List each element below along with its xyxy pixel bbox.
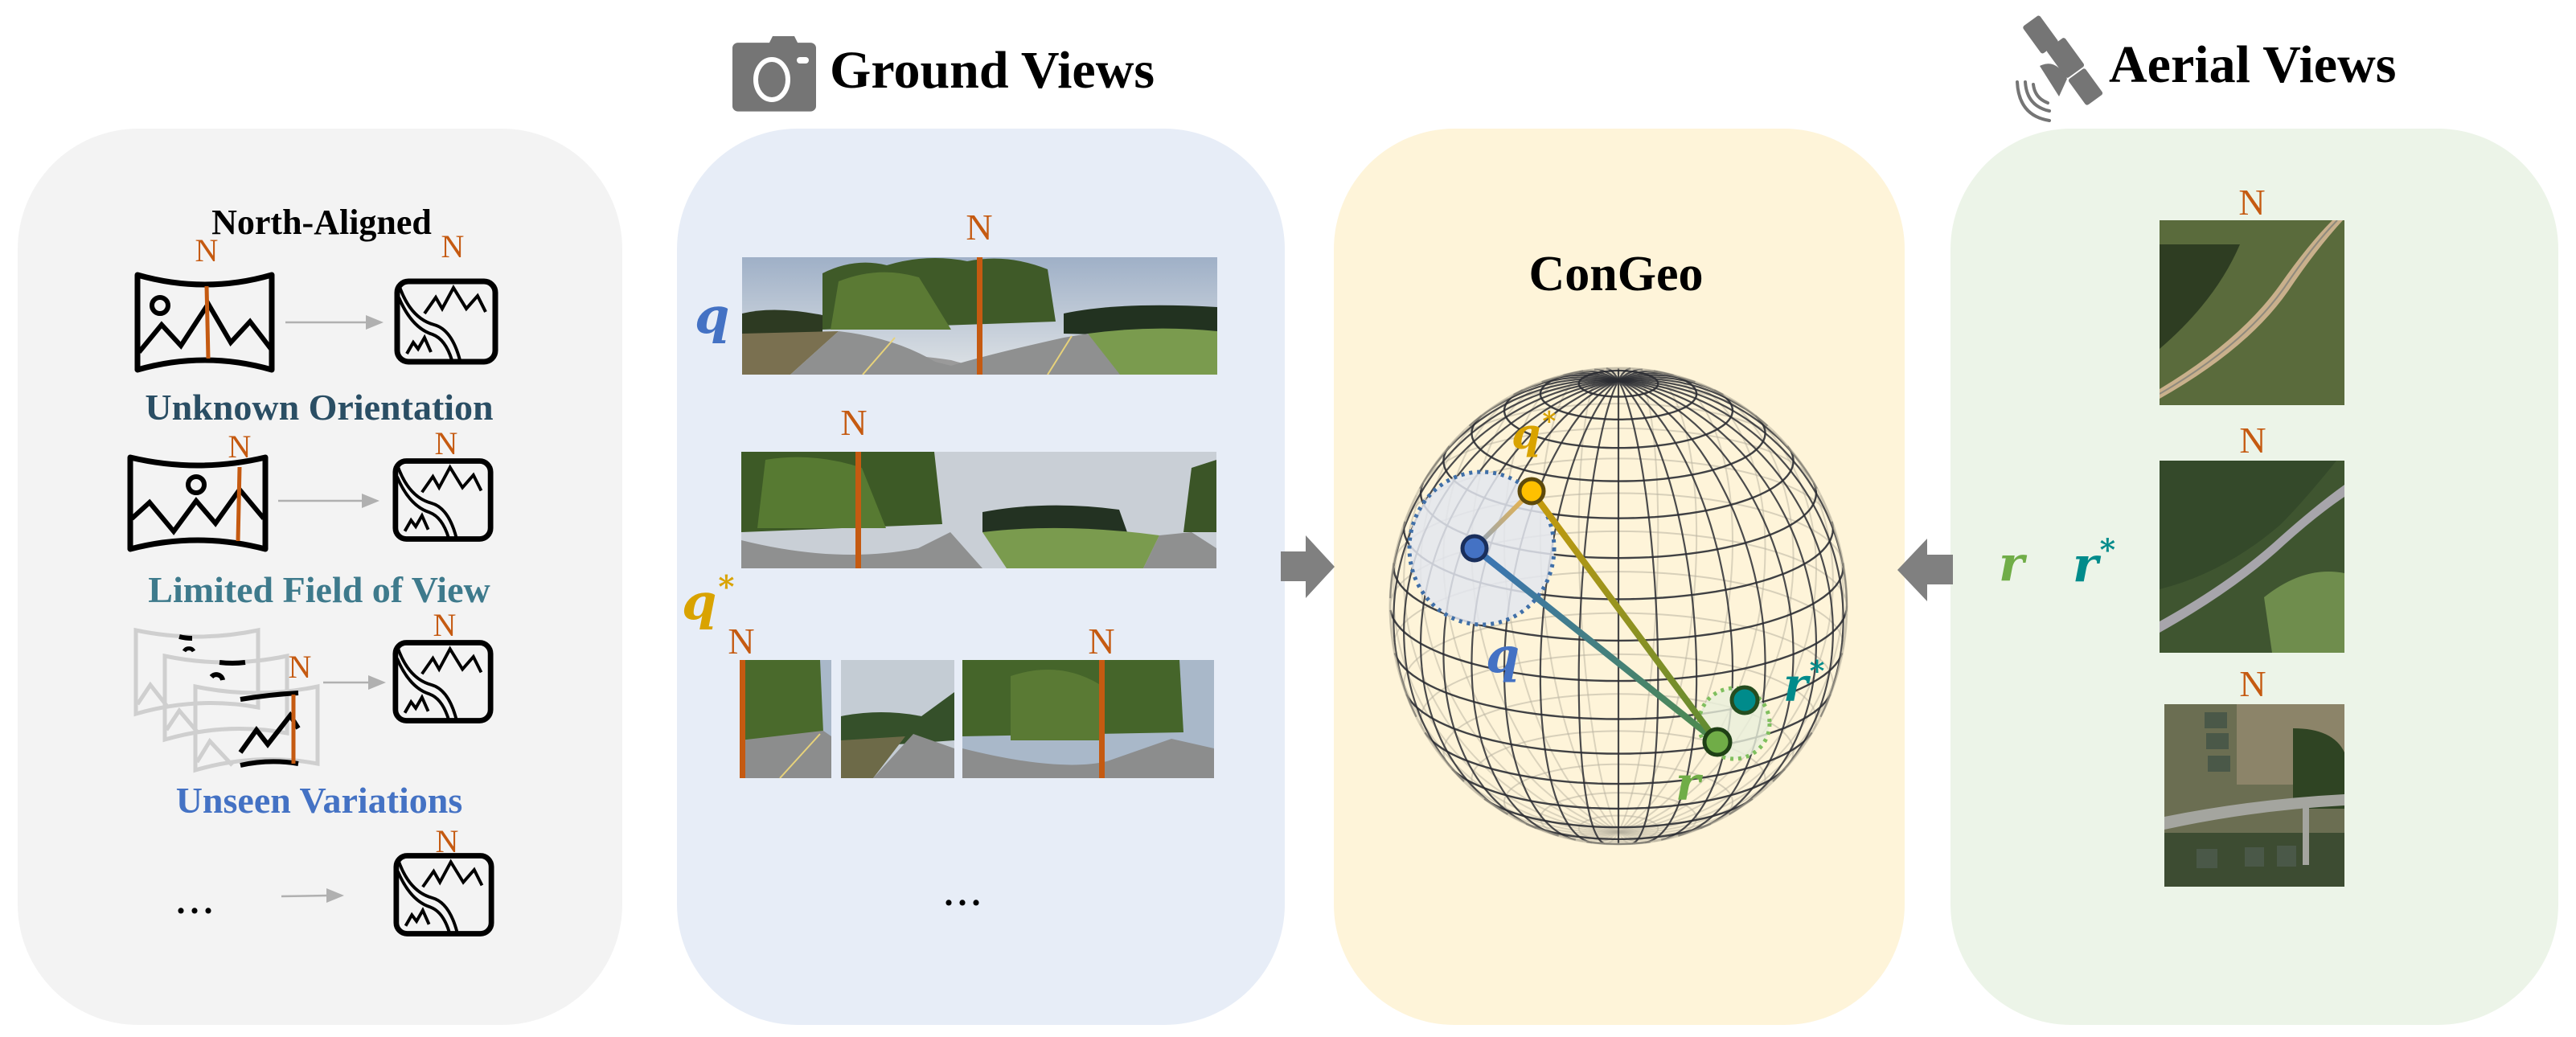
right-block-arrow-icon — [1281, 535, 1335, 598]
right-arrow-icon — [285, 315, 384, 330]
aerial-image-forest-road — [2160, 461, 2344, 653]
north-label: N — [433, 607, 457, 643]
north-line — [855, 452, 861, 568]
north-label: N — [441, 228, 465, 264]
star-superscript: * — [1809, 654, 1825, 688]
q-star-embedding-label: q* — [1512, 408, 1556, 456]
right-arrow-icon — [281, 888, 344, 903]
panorama-icon — [134, 272, 275, 373]
north-label: N — [2239, 663, 2266, 704]
map-icon — [392, 458, 494, 542]
ground-views-header: Ground Views — [830, 41, 1155, 100]
north-line — [740, 660, 745, 778]
north-label: N — [2238, 182, 2266, 223]
aerial-views-header: Aerial Views — [2109, 35, 2397, 94]
aerial-image-suburban — [2164, 704, 2344, 887]
q-embedding-label: q — [1486, 628, 1520, 684]
r-star-point — [1729, 685, 1760, 715]
embedding-sphere — [1388, 367, 1848, 846]
meridian-line — [1577, 379, 1619, 845]
r-star-label: r* — [2073, 535, 2115, 589]
q-point — [1460, 534, 1489, 563]
north-label: N — [434, 425, 458, 461]
north-label: N — [840, 402, 868, 443]
north-line — [977, 257, 982, 375]
north-label: N — [1088, 621, 1115, 662]
rotated-panorama-image — [741, 452, 1216, 568]
limited-fov-label: Limited Field of View — [148, 569, 490, 610]
q-star-point — [1517, 477, 1546, 506]
query-star-text: q — [682, 572, 717, 631]
query-label: q — [695, 286, 730, 345]
panorama-icon — [127, 454, 269, 552]
more-ellipsis: ... — [944, 874, 986, 913]
star-superscript: * — [2099, 532, 2116, 568]
map-icon — [392, 640, 494, 723]
right-arrow-icon — [278, 494, 379, 508]
north-label: N — [2239, 420, 2266, 461]
star-superscript: * — [718, 569, 735, 605]
unseen-variations-label: Unseen Variations — [175, 780, 463, 821]
map-icon — [394, 278, 498, 365]
congeo-title: ConGeo — [1528, 247, 1704, 301]
more-ellipsis: ... — [176, 882, 218, 921]
r-star-embedding-label: r* — [1783, 657, 1824, 708]
north-label: N — [288, 649, 312, 685]
r-star-text: r — [1783, 658, 1808, 713]
q-star-text: q — [1512, 409, 1541, 459]
north-aligned-title: North-Aligned — [211, 203, 432, 242]
north-label: N — [195, 232, 219, 268]
fov-crop-image — [740, 660, 831, 778]
query-star-label: q* — [682, 572, 734, 627]
r-embedding-label: r — [1676, 756, 1700, 811]
aerial-image-rural-road — [2160, 220, 2344, 405]
left-block-arrow-icon — [1897, 539, 1953, 601]
r-star-text: r — [2073, 537, 2098, 594]
star-superscript: * — [1542, 406, 1557, 437]
unknown-orientation-label: Unknown Orientation — [145, 387, 494, 428]
north-line — [1099, 660, 1105, 778]
satellite-icon — [2016, 15, 2103, 122]
right-arrow-icon — [323, 675, 386, 690]
r-label: r — [1999, 536, 2024, 592]
meridian-line — [1618, 367, 1659, 833]
fov-crop-image — [962, 660, 1214, 778]
r-point — [1702, 727, 1733, 757]
map-icon — [393, 853, 494, 937]
north-label: N — [728, 621, 755, 662]
query-panorama-image — [742, 257, 1217, 375]
north-label: N — [966, 207, 993, 248]
fov-crop-image — [841, 660, 954, 778]
camera-icon — [732, 36, 816, 112]
